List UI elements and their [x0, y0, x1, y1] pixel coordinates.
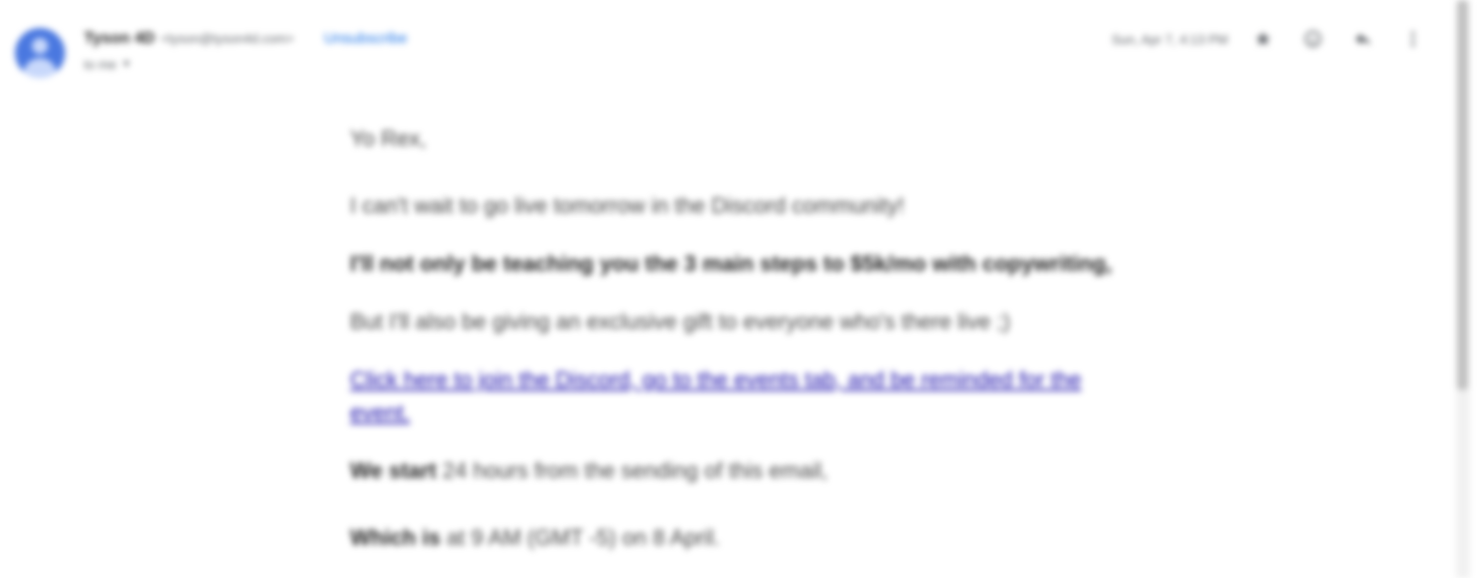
sender-line: Tyson 4D <tyson@tyson4d.com> Unsubscribe [84, 30, 407, 48]
reply-icon[interactable] [1350, 26, 1376, 52]
to-label: to me [84, 57, 117, 72]
avatar[interactable] [15, 28, 65, 78]
start-rest: 24 hours from the sending of this email, [436, 458, 828, 483]
star-icon[interactable] [1250, 26, 1276, 52]
email-body: Yo Rex, I can't wait to go live tomorrow… [350, 122, 1140, 554]
time-rest: at 9 AM (GMT -5) on 8 April. [440, 525, 721, 550]
emoji-icon[interactable] [1300, 26, 1326, 52]
discord-link[interactable]: Click here to join the Discord, go to th… [350, 367, 1081, 425]
scrollbar-thumb[interactable] [1457, 0, 1468, 390]
greeting: Yo Rex, [350, 126, 427, 151]
email-view: Tyson 4D <tyson@tyson4d.com> Unsubscribe… [0, 0, 1478, 578]
start-bold: We start [350, 458, 437, 483]
paragraph-intro: I can't wait to go live tomorrow in the … [350, 193, 905, 218]
paragraph-bold: I'll not only be teaching you the 3 main… [350, 251, 1112, 276]
email-actions [1250, 26, 1426, 52]
time-bold: Which is [350, 525, 441, 550]
sender-name[interactable]: Tyson 4D [84, 30, 155, 48]
avatar-shoulders [23, 58, 57, 78]
sender-email: <tyson@tyson4d.com> [160, 31, 294, 46]
email-date: Sun, Apr 7, 4:13 PM [1111, 32, 1228, 47]
avatar-head [32, 38, 48, 54]
chevron-down-icon[interactable]: ▼ [122, 59, 132, 70]
more-vert-icon[interactable] [1400, 26, 1426, 52]
recipient-details[interactable]: to me ▼ [84, 57, 131, 72]
paragraph-gift: But I'll also be giving an exclusive gif… [350, 309, 1011, 334]
paragraph-time: Which is at 9 AM (GMT -5) on 8 April. [350, 521, 1140, 554]
unsubscribe-link[interactable]: Unsubscribe [324, 30, 407, 47]
link-paragraph: Click here to join the Discord, go to th… [350, 363, 1140, 429]
paragraph-start: We start 24 hours from the sending of th… [350, 454, 1140, 487]
